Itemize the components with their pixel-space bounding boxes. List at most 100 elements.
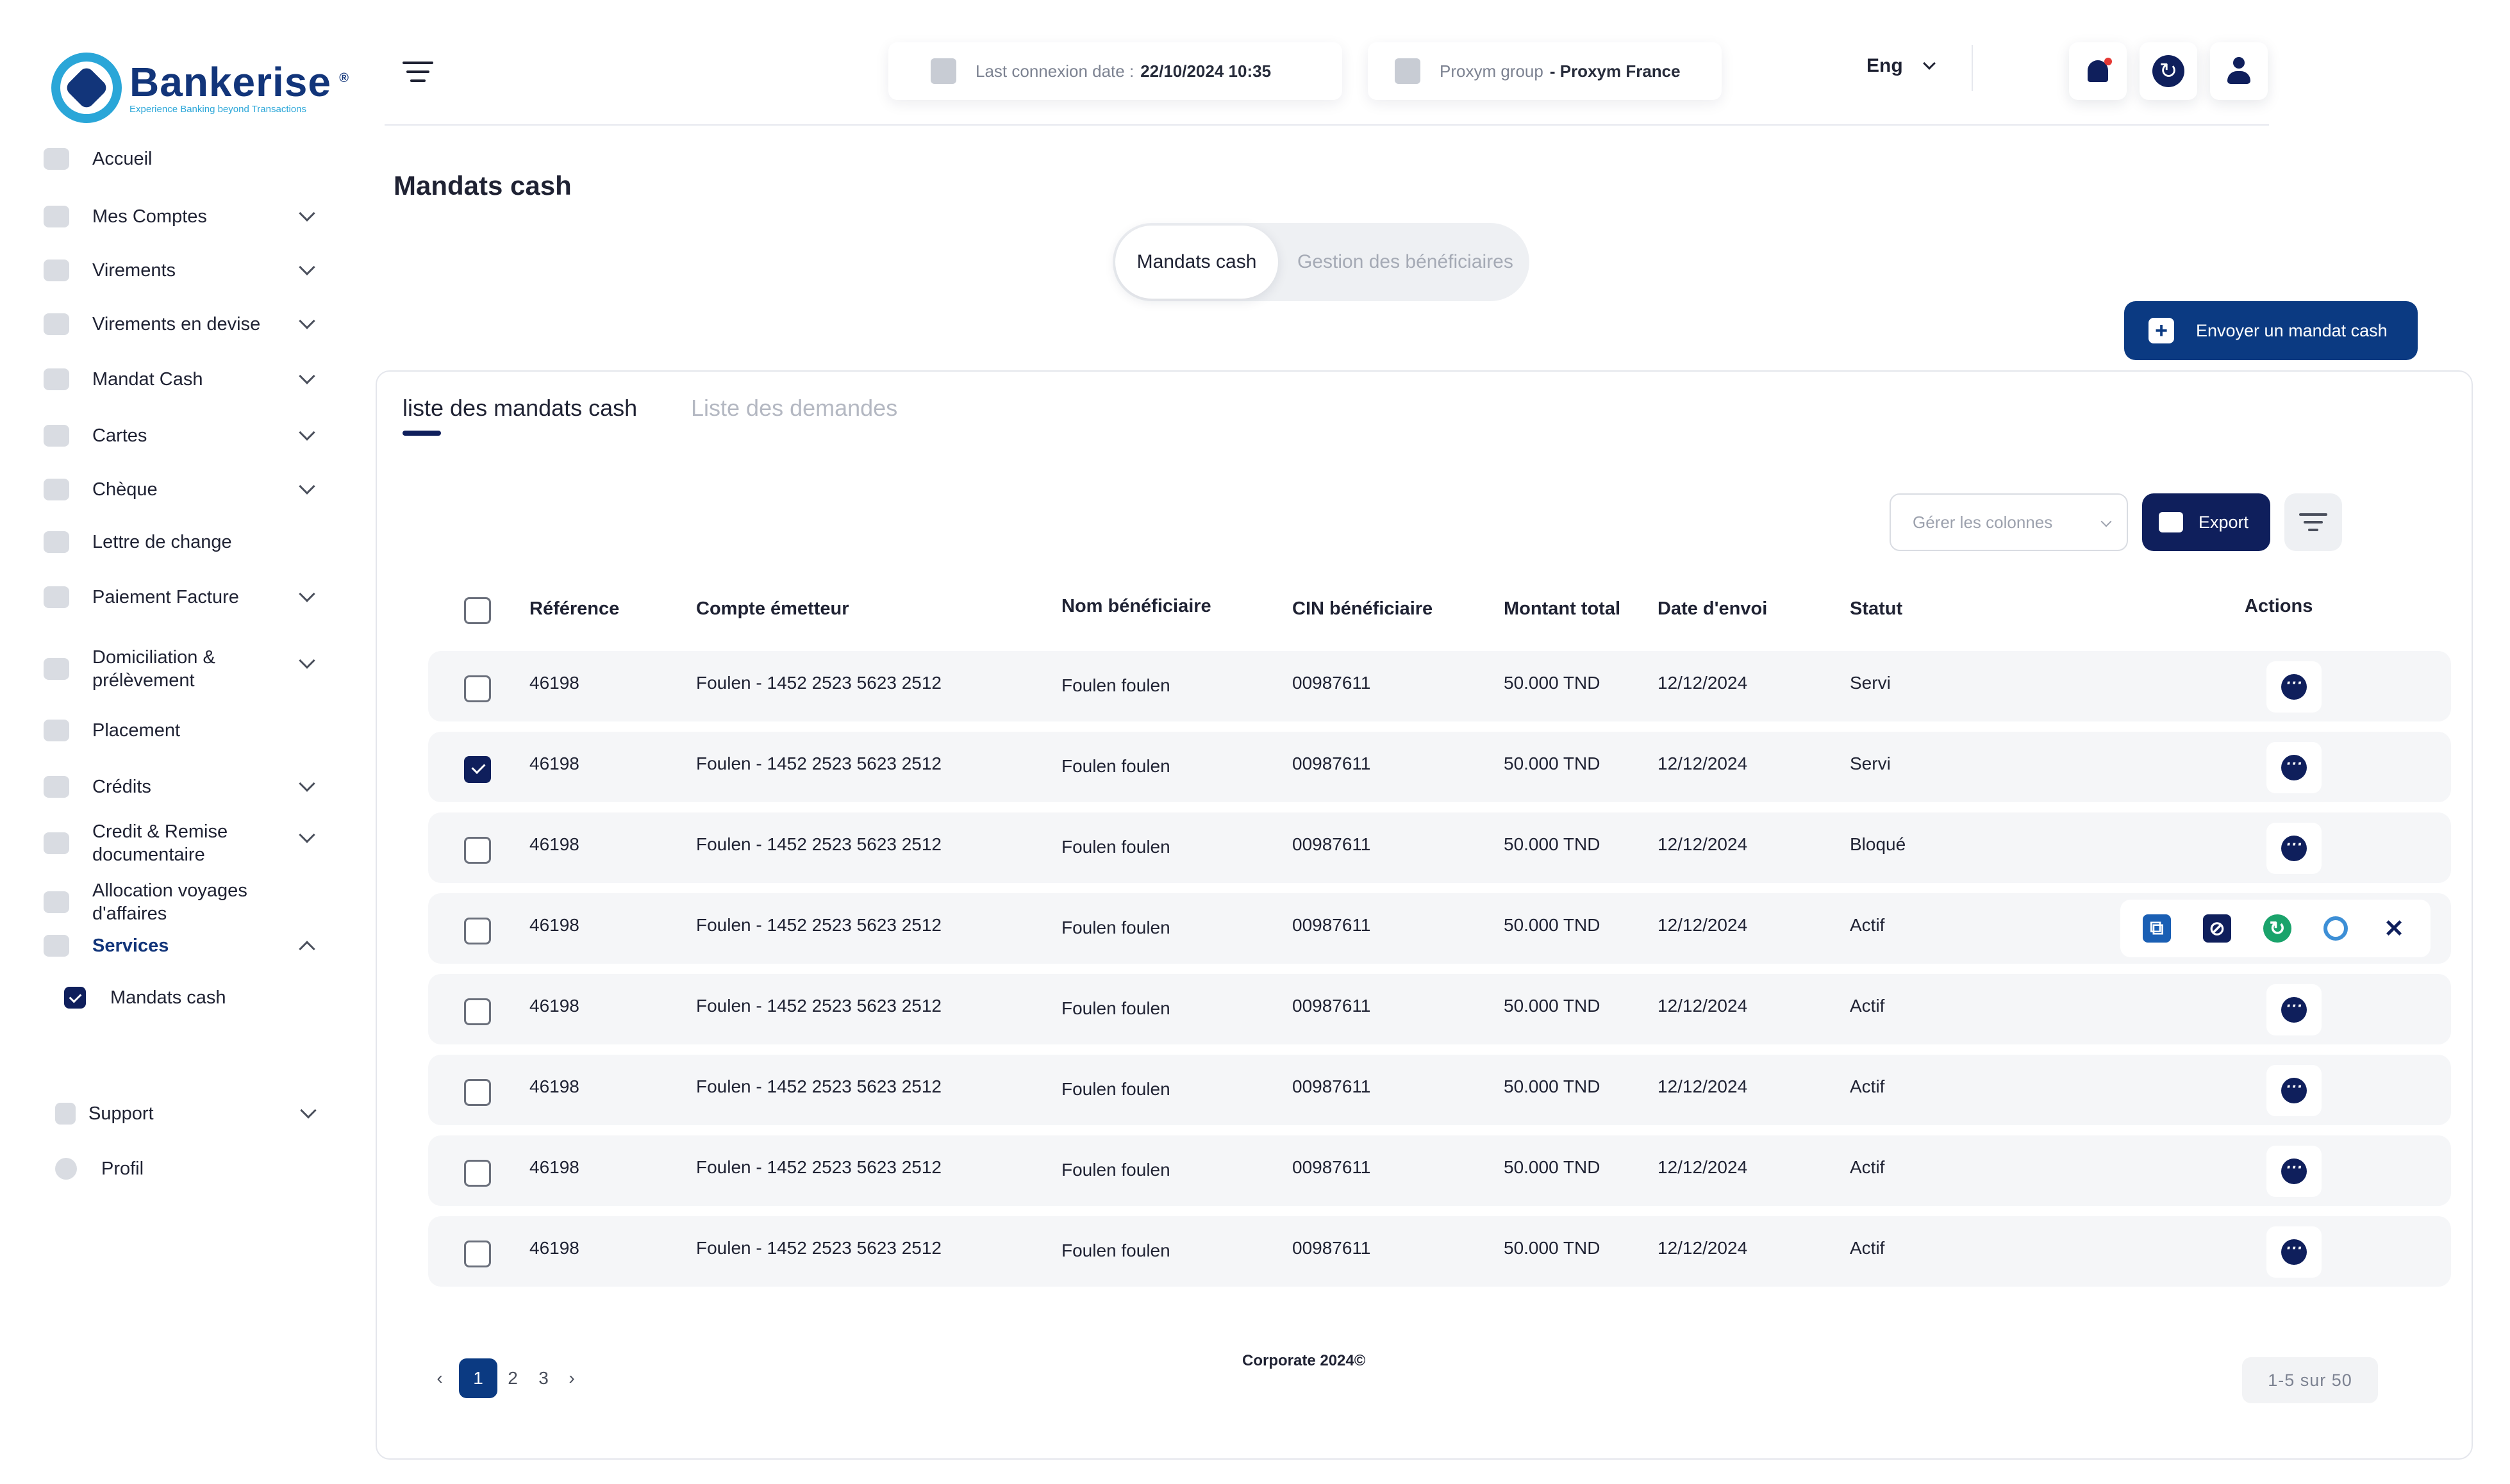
segment-gestion-beneficiaires[interactable]: Gestion des bénéficiaires: [1297, 223, 1513, 301]
row-checkbox[interactable]: [464, 756, 491, 783]
sidebar-item-mandat-cash[interactable]: Mandat Cash: [44, 368, 315, 391]
chevron-down-icon[interactable]: [299, 586, 315, 602]
sidebar-item-virements[interactable]: Virements: [44, 259, 315, 282]
tab-liste-mandats[interactable]: liste des mandats cash: [403, 395, 637, 422]
tab-liste-demandes[interactable]: Liste des demandes: [691, 395, 897, 422]
close-icon[interactable]: ✕: [2380, 914, 2408, 943]
sidebar-item-label: Services: [92, 936, 169, 956]
row-checkbox[interactable]: [464, 1079, 491, 1106]
sidebar-item-label: Credit & Remise documentaire: [92, 821, 228, 865]
chevron-down-icon[interactable]: [299, 313, 315, 329]
table-row[interactable]: 46198 Foulen - 1452 2523 5623 2512 Foulen …: [428, 732, 2451, 802]
menu-icon[interactable]: [403, 62, 433, 83]
chevron-down-icon[interactable]: [299, 424, 315, 441]
sidebar-item-cartes[interactable]: Cartes: [44, 424, 315, 447]
cell-montant: 50.000 TND: [1504, 1238, 1600, 1258]
language-selector[interactable]: Eng: [1866, 55, 1936, 77]
user-menu-button[interactable]: [2210, 42, 2268, 100]
sidebar-item-services[interactable]: Services: [44, 934, 315, 957]
row-actions-button[interactable]: [2266, 661, 2322, 713]
table-row[interactable]: 46198 Foulen - 1452 2523 5623 2512 Foulen …: [428, 1055, 2451, 1125]
row-checkbox[interactable]: [464, 675, 491, 702]
row-actions-button[interactable]: [2266, 742, 2322, 793]
chevron-down-icon[interactable]: [299, 478, 315, 495]
chevron-down-icon[interactable]: [299, 205, 315, 222]
cell-compte: Foulen - 1452 2523 5623 2512: [696, 754, 942, 773]
cell-cin: 00987611: [1292, 915, 1371, 935]
row-checkbox[interactable]: [464, 918, 491, 944]
cell-reference: 46198: [529, 1076, 579, 1096]
sidebar-item-virements-devise[interactable]: Virements en devise: [44, 313, 315, 336]
table-row[interactable]: 46198 Foulen - 1452 2523 5623 2512 Foulen …: [428, 812, 2451, 883]
chevron-down-icon[interactable]: [299, 259, 315, 276]
sidebar-item-paiement-facture[interactable]: Paiement Facture: [44, 586, 315, 609]
sidebar-item-support[interactable]: Support: [55, 1102, 317, 1125]
row-checkbox[interactable]: [464, 1160, 491, 1187]
cash-icon: [44, 368, 69, 390]
brand-logo[interactable]: Bankerise ® Experience Banking beyond Tra…: [51, 53, 349, 123]
table-row[interactable]: 46198 Foulen - 1452 2523 5623 2512 Foulen …: [428, 651, 2451, 721]
credit-icon: [44, 776, 69, 798]
export-button[interactable]: Export: [2142, 493, 2270, 551]
duplicate-icon[interactable]: ⧉: [2143, 914, 2171, 943]
renew-icon[interactable]: ↻: [2263, 914, 2291, 943]
sidebar-item-domiciliation[interactable]: Domiciliation & prélèvement: [44, 646, 315, 692]
row-actions-button[interactable]: [2266, 984, 2322, 1035]
manage-columns-select[interactable]: Gérer les colonnes: [1890, 493, 2128, 551]
page-button-3[interactable]: 3: [528, 1358, 559, 1398]
cell-compte: Foulen - 1452 2523 5623 2512: [696, 1238, 942, 1258]
prev-page-button[interactable]: ‹: [420, 1358, 459, 1398]
sidebar-item-profil[interactable]: Profil: [55, 1157, 314, 1180]
sidebar-subitem-mandats-cash[interactable]: Mandats cash: [40, 987, 226, 1009]
filter-icon: [2299, 513, 2327, 516]
cell-date: 12/12/2024: [1658, 1238, 1748, 1258]
table-row[interactable]: 46198 Foulen - 1452 2523 5623 2512 Foulen …: [428, 974, 2451, 1044]
sidebar-item-mes-comptes[interactable]: Mes Comptes: [44, 205, 315, 228]
chevron-down-icon[interactable]: [299, 368, 315, 384]
last-connexion-label: Last connexion date :: [976, 61, 1134, 81]
cell-nom: Foulen foulen: [1061, 675, 1170, 695]
row-actions-button[interactable]: [2266, 1226, 2322, 1278]
switch-account-button[interactable]: ↻: [2140, 42, 2197, 100]
chevron-down-icon[interactable]: [299, 652, 315, 669]
cell-reference: 46198: [529, 1157, 579, 1177]
page-button-2[interactable]: 2: [497, 1358, 528, 1398]
sidebar-item-lettre-de-change[interactable]: Lettre de change: [44, 531, 313, 554]
table-row[interactable]: 46198 Foulen - 1452 2523 5623 2512 Foulen …: [428, 893, 2451, 964]
cell-nom: Foulen foulen: [1061, 1160, 1170, 1180]
send-mandat-cash-button[interactable]: + Envoyer un mandat cash: [2124, 301, 2418, 360]
send-mandat-cash-label: Envoyer un mandat cash: [2196, 320, 2388, 340]
select-all-checkbox[interactable]: [464, 597, 491, 624]
chevron-up-icon[interactable]: [299, 941, 315, 957]
chevron-down-icon[interactable]: [299, 775, 315, 792]
group-card[interactable]: Proxym group - Proxym France: [1368, 42, 1722, 100]
header-nom: Nom bénéficiaire: [1061, 596, 1211, 616]
sidebar-item-cheque[interactable]: Chèque: [44, 478, 315, 501]
cell-statut: Servi: [1850, 754, 1891, 773]
filter-button[interactable]: [2284, 493, 2342, 551]
header-divider: [1972, 45, 1973, 91]
notifications-button[interactable]: [2069, 42, 2127, 100]
row-actions-button[interactable]: [2266, 1065, 2322, 1116]
header-actions: Actions: [2245, 596, 2313, 616]
sidebar-item-credits[interactable]: Crédits: [44, 775, 315, 798]
row-actions-button[interactable]: [2266, 823, 2322, 874]
next-page-button[interactable]: ›: [559, 1358, 585, 1398]
chevron-down-icon[interactable]: [300, 1102, 317, 1119]
chevron-down-icon[interactable]: [299, 827, 315, 843]
segment-mandats-cash[interactable]: Mandats cash: [1115, 226, 1278, 299]
cell-compte: Foulen - 1452 2523 5623 2512: [696, 915, 942, 935]
page-button-1[interactable]: 1: [459, 1358, 497, 1398]
view-icon[interactable]: [2323, 916, 2348, 941]
sidebar-item-placement[interactable]: Placement: [44, 719, 313, 742]
table-row[interactable]: 46198 Foulen - 1452 2523 5623 2512 Foulen …: [428, 1216, 2451, 1287]
sidebar-item-allocation-voyages[interactable]: Allocation voyages d'affaires: [44, 879, 313, 925]
row-actions-button[interactable]: [2266, 1146, 2322, 1197]
table-row[interactable]: 46198 Foulen - 1452 2523 5623 2512 Foulen …: [428, 1135, 2451, 1206]
sidebar-item-credit-remise[interactable]: Credit & Remise documentaire: [44, 820, 315, 866]
row-checkbox[interactable]: [464, 837, 491, 864]
row-checkbox[interactable]: [464, 1241, 491, 1267]
row-checkbox[interactable]: [464, 998, 491, 1025]
sidebar-item-accueil[interactable]: Accueil: [44, 147, 313, 170]
block-icon[interactable]: ⊘: [2203, 914, 2231, 943]
